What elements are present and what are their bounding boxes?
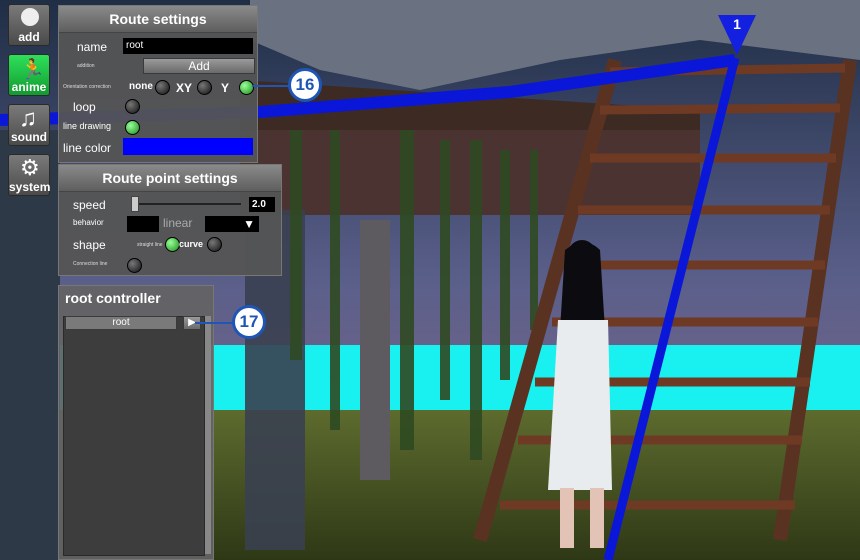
orientation-none-radio[interactable] [155,80,170,95]
route-point-settings-title: Route point settings [59,165,281,192]
orientation-correction-label: Orientation correction [63,84,111,90]
route-settings-title: Route settings [59,6,257,33]
shape-curve-radio[interactable] [207,237,222,252]
speed-slider-handle[interactable] [131,196,139,212]
speed-value[interactable]: 2.0 [249,197,275,212]
loop-label: loop [73,100,96,114]
callout-16-leader [252,85,290,87]
straight-line-label: straight line [137,242,163,248]
anime-label: anime [11,80,47,94]
system-label: system [9,180,51,194]
line-color-label: line color [63,141,112,155]
behavior-value: linear [163,216,193,230]
line-drawing-label: line drawing [63,121,112,131]
name-input[interactable]: root [123,38,253,54]
root-list-scrollbar[interactable] [205,316,211,554]
speed-label: speed [73,198,106,212]
gear-icon: ⚙ [20,155,40,180]
callout-17-leader [195,322,233,324]
add-point-button[interactable]: Add [143,58,255,74]
callout-16: 16 [288,68,322,102]
curve-label: curve [179,239,204,249]
shape-label: shape [73,238,106,252]
music-note-icon: ♫ [19,105,37,132]
callout-17: 17 [232,305,266,339]
shape-straight-radio[interactable] [165,237,180,252]
opt-xy-label: XY [176,81,193,95]
root-controller-title: root controller [65,290,161,306]
opt-none-label: none [129,81,153,92]
connection-line-label: Connection line [73,261,108,267]
route-point-number: 1 [733,16,741,32]
orientation-y-radio[interactable] [239,80,254,95]
line-color-swatch[interactable] [123,138,253,155]
behavior-dropdown[interactable]: ▼ [205,216,259,232]
name-label: name [77,40,108,54]
sound-button[interactable]: ♫ sound [8,104,50,146]
route-point-settings-panel: Route point settings speed 2.0 behavior … [58,164,282,276]
connection-line-toggle[interactable] [127,258,142,273]
line-drawing-toggle[interactable] [125,120,140,135]
opt-y-label: Y [221,81,230,95]
loop-toggle[interactable] [125,99,140,114]
root-controller-panel: root controller root ▶ [58,285,214,560]
orientation-xy-radio[interactable] [197,80,212,95]
root-list[interactable] [63,316,205,556]
chevron-down-icon: ▼ [243,217,255,231]
add-button[interactable]: add [8,4,50,46]
speed-slider-track[interactable] [131,203,241,205]
running-figure-icon: 🏃 [20,59,45,81]
root-list-item[interactable]: root [65,316,177,330]
behavior-label: behavior [73,218,104,227]
route-settings-panel: Route settings name root addition Add Or… [58,5,258,163]
behavior-color-field[interactable] [127,216,159,232]
add-label: add [18,30,40,44]
sound-label: sound [11,130,47,144]
anime-button[interactable]: 🏃 anime [8,54,50,96]
addition-label: addition [77,63,95,69]
character-icon [21,8,39,26]
system-button[interactable]: ⚙ system [8,154,50,196]
